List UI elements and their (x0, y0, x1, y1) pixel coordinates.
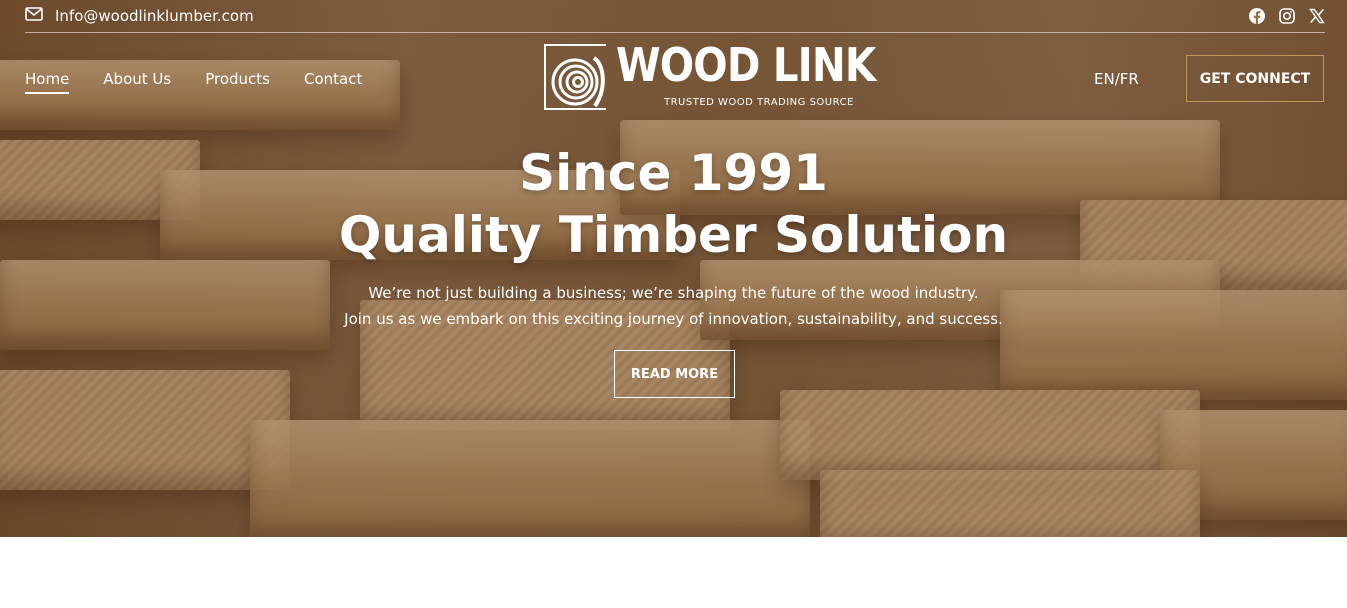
get-connect-button[interactable]: GET CONNECT (1186, 55, 1324, 102)
log-rings-icon (544, 44, 606, 110)
social-links (1249, 8, 1325, 24)
nav-products[interactable]: Products (205, 70, 270, 94)
top-bar: Info@woodlinklumber.com (25, 0, 1325, 33)
hero-subtext-line1: We’re not just building a business; we’r… (368, 284, 979, 302)
language-switcher[interactable]: EN/FR (1094, 70, 1139, 88)
nav-about-us[interactable]: About Us (103, 70, 171, 94)
hero-headline-line1: Since 1991 (519, 144, 828, 202)
nav-home[interactable]: Home (25, 70, 70, 94)
email-text: Info@woodlinklumber.com (55, 7, 254, 25)
facebook-icon[interactable] (1249, 8, 1265, 24)
envelope-icon (25, 7, 43, 25)
nav-contact[interactable]: Contact (304, 70, 362, 94)
read-more-button[interactable]: READ MORE (614, 350, 735, 398)
hero-section: Info@woodlinklumber.com Home About Us Pr… (0, 0, 1347, 537)
site-logo[interactable]: WOOD LINK TRUSTED WOOD TRADING SOURCE (544, 38, 876, 112)
instagram-icon[interactable] (1279, 8, 1295, 24)
hero-headline: Since 1991 Quality Timber Solution (0, 142, 1347, 266)
x-icon[interactable] (1309, 8, 1325, 24)
logo-tagline: TRUSTED WOOD TRADING SOURCE (664, 97, 854, 108)
email-link[interactable]: Info@woodlinklumber.com (25, 7, 254, 25)
logo-name: WOOD LINK (616, 38, 876, 92)
hero-headline-line2: Quality Timber Solution (338, 206, 1009, 264)
hero-subtext: We’re not just building a business; we’r… (0, 280, 1347, 332)
main-nav: Home About Us Products Contact (25, 70, 362, 94)
hero-subtext-line2: Join us as we embark on this exciting jo… (344, 310, 1003, 328)
